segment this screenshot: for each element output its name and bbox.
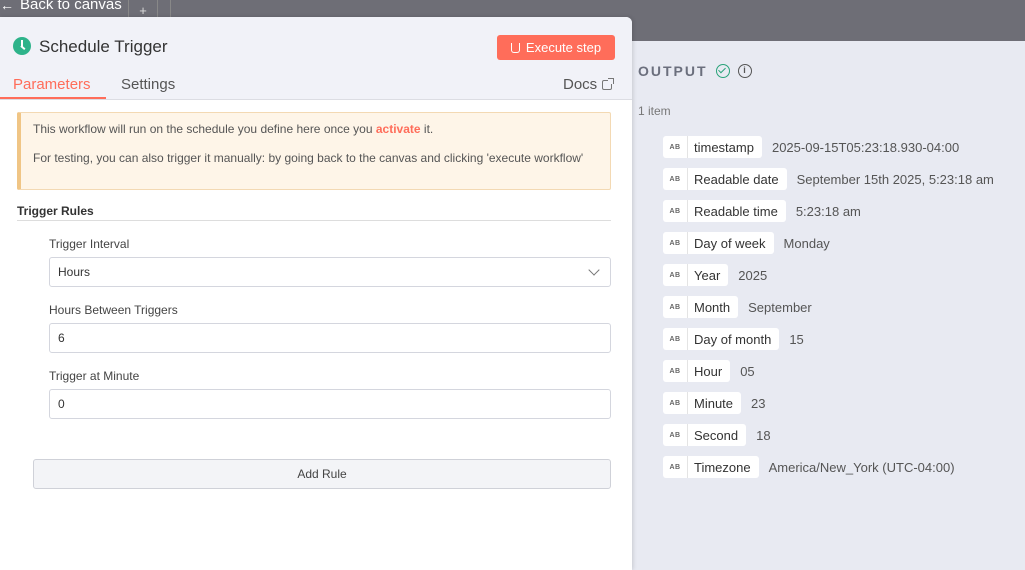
output-field-row: AB Month September — [663, 296, 994, 318]
output-panel: OUTPUT i 1 item AB timestamp 2025-09-15T05… — [632, 41, 1025, 570]
docs-link[interactable]: Docs — [563, 76, 615, 93]
string-type-icon: AB — [663, 168, 688, 190]
output-field-key-label: Day of week — [694, 235, 766, 251]
string-type-icon: AB — [663, 296, 688, 318]
output-field-value: 18 — [756, 427, 771, 443]
hours-between-input[interactable] — [49, 323, 611, 353]
output-field-key[interactable]: AB Readable time — [663, 200, 786, 222]
output-field-value: 5:23:18 am — [795, 203, 861, 219]
notice-line-1: This workflow will run on the schedule y… — [33, 122, 598, 137]
output-field-value: Monday — [783, 235, 830, 251]
output-field-key-label: Year — [694, 267, 721, 283]
docs-label: Docs — [563, 76, 598, 93]
output-field-key-label: timestamp — [694, 139, 754, 155]
hours-between-label: Hours Between Triggers — [49, 303, 178, 317]
item-count: 1 item — [638, 104, 671, 118]
output-field-value: September 15th 2025, 5:23:18 am — [796, 171, 994, 187]
output-field-value: America/New_York (UTC-04:00) — [768, 459, 955, 475]
output-field-key[interactable]: AB Minute — [663, 392, 742, 414]
output-field-key[interactable]: AB Month — [663, 296, 739, 318]
flask-icon — [510, 42, 520, 53]
output-field-key[interactable]: AB Day of week — [663, 232, 774, 254]
output-fields: AB timestamp 2025-09-15T05:23:18.930-04:00… — [663, 136, 994, 488]
output-field-row: AB Readable date September 15th 2025, 5:23… — [663, 168, 994, 190]
output-field-row: AB Readable time 5:23:18 am — [663, 200, 994, 222]
output-field-row: AB Year 2025 — [663, 264, 994, 286]
trigger-interval-value: Hours — [58, 265, 91, 279]
notice-text: This workflow will run on the schedule y… — [33, 122, 376, 136]
check-circle-icon — [715, 64, 730, 78]
output-field-key[interactable]: AB Readable date — [663, 168, 787, 190]
output-field-key[interactable]: AB Year — [663, 264, 729, 286]
output-field-row: AB Day of week Monday — [663, 232, 994, 254]
external-link-icon — [602, 77, 615, 90]
back-to-canvas-label: Back to canvas — [20, 0, 122, 13]
string-type-icon: AB — [663, 200, 688, 222]
trigger-minute-input[interactable] — [49, 389, 611, 419]
clock-icon — [13, 37, 31, 55]
string-type-icon: AB — [663, 328, 688, 350]
output-field-row: AB timestamp 2025-09-15T05:23:18.930-04:00 — [663, 136, 994, 158]
panel-header: Schedule Trigger Execute step Parameters… — [0, 17, 632, 100]
divider — [17, 220, 611, 221]
tab-settings[interactable]: Settings — [121, 76, 175, 93]
activation-notice: This workflow will run on the schedule y… — [17, 112, 611, 190]
output-field-key[interactable]: AB timestamp — [663, 136, 762, 158]
output-field-value: 2025-09-15T05:23:18.930-04:00 — [771, 139, 960, 155]
output-field-row: AB Minute 23 — [663, 392, 994, 414]
arrow-left-icon: ← — [0, 0, 14, 13]
output-header: OUTPUT i — [638, 63, 752, 79]
output-field-row: AB Second 18 — [663, 424, 994, 446]
activate-link[interactable]: activate — [376, 122, 421, 136]
string-type-icon: AB — [663, 264, 688, 286]
string-type-icon: AB — [663, 232, 688, 254]
output-title: OUTPUT — [638, 63, 708, 79]
output-field-key[interactable]: AB Hour — [663, 360, 731, 382]
node-title[interactable]: Schedule Trigger — [39, 37, 168, 57]
output-field-key-label: Timezone — [694, 459, 751, 475]
output-field-key-label: Hour — [694, 363, 723, 379]
active-tab-indicator — [0, 97, 106, 99]
output-field-row: AB Hour 05 — [663, 360, 994, 382]
output-field-key[interactable]: AB Day of month — [663, 328, 780, 350]
output-field-value: 2025 — [738, 267, 768, 283]
output-field-row: AB Timezone America/New_York (UTC-04:00) — [663, 456, 994, 478]
string-type-icon: AB — [663, 136, 688, 158]
notice-line-2: For testing, you can also trigger it man… — [33, 151, 584, 165]
output-field-key-label: Minute — [694, 395, 734, 411]
back-to-canvas-link[interactable]: ← Back to canvas — [0, 0, 122, 13]
execute-step-button[interactable]: Execute step — [497, 35, 615, 60]
output-field-key[interactable]: AB Timezone — [663, 456, 759, 478]
string-type-icon: AB — [663, 360, 688, 382]
output-field-key-label: Month — [694, 299, 731, 315]
output-field-value: September — [748, 299, 812, 315]
trigger-minute-label: Trigger at Minute — [49, 369, 140, 383]
tab-parameters[interactable]: Parameters — [13, 76, 91, 93]
trigger-interval-select[interactable]: Hours — [49, 257, 611, 287]
output-field-key-label: Second — [694, 427, 739, 443]
output-field-value: 15 — [789, 331, 804, 347]
output-field-key-label: Readable time — [694, 203, 778, 219]
output-field-value: 23 — [751, 395, 766, 411]
notice-text-end: it. — [420, 122, 434, 136]
output-field-key-label: Day of month — [694, 331, 772, 347]
output-field-value: 05 — [740, 363, 755, 379]
info-icon[interactable]: i — [737, 64, 752, 78]
string-type-icon: AB — [663, 456, 688, 478]
execute-step-label: Execute step — [525, 40, 602, 55]
chevron-down-icon — [588, 264, 600, 276]
output-field-row: AB Day of month 15 — [663, 328, 994, 350]
output-field-key[interactable]: AB Second — [663, 424, 747, 446]
string-type-icon: AB — [663, 424, 688, 446]
trigger-rules-title: Trigger Rules — [17, 204, 94, 218]
trigger-interval-label: Trigger Interval — [49, 237, 130, 251]
node-settings-panel: Schedule Trigger Execute step Parameters… — [0, 17, 632, 570]
string-type-icon: AB — [663, 392, 688, 414]
add-rule-button[interactable]: Add Rule — [33, 459, 611, 489]
output-field-key-label: Readable date — [694, 171, 779, 187]
